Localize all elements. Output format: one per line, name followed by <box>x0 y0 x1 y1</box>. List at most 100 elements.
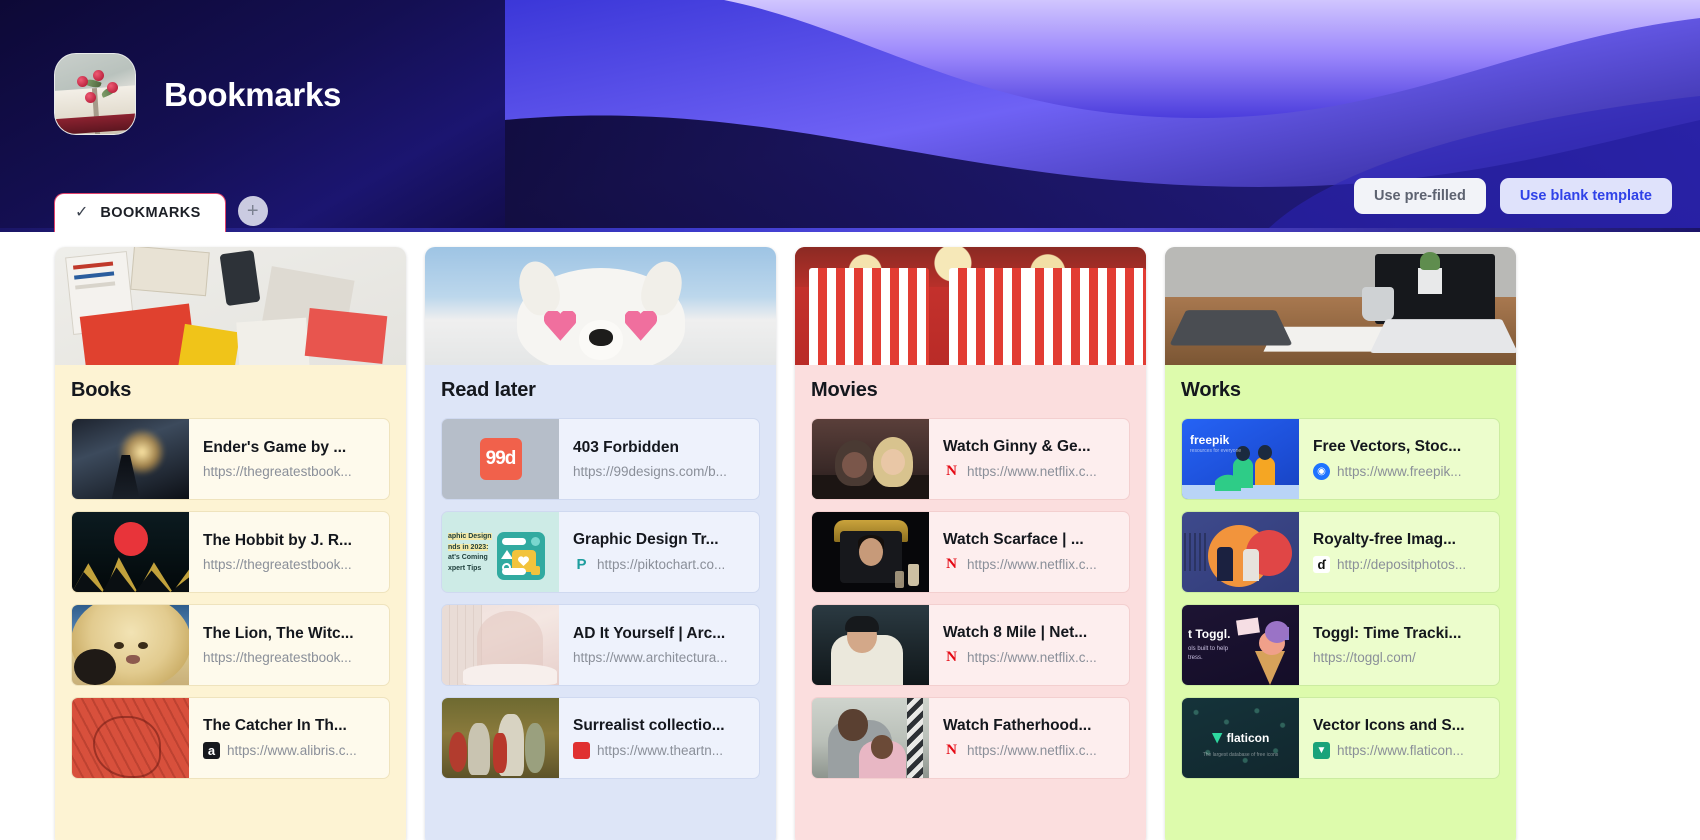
list-item[interactable]: The Hobbit by J. R... https://thegreates… <box>71 511 390 593</box>
add-tab-button[interactable]: + <box>237 196 268 226</box>
bookmark-url: https://www.flaticon... <box>1337 743 1464 758</box>
bookmark-title: The Lion, The Witc... <box>203 625 354 642</box>
column-title: Books <box>71 379 132 401</box>
list-item[interactable]: t Toggl. ols built to help tress. Toggl: … <box>1181 604 1500 686</box>
list-item[interactable]: Ender's Game by ... https://thegreatestb… <box>71 418 390 500</box>
board-column-works[interactable]: Works freepik resources for everyone Fre… <box>1165 247 1516 840</box>
list-item[interactable]: AD It Yourself | Arc... https://www.arch… <box>441 604 760 686</box>
avatar <box>54 53 136 135</box>
bookmark-thumbnail <box>812 419 929 499</box>
list-item[interactable]: Surrealist collectio... https://www.thea… <box>441 697 760 779</box>
books-column-body: Books Ender's Game by ... https://thegre… <box>55 365 406 840</box>
netflix-icon: N <box>946 463 957 479</box>
bookmark-thumbnail <box>812 512 929 592</box>
piktochart-icon: P <box>576 556 587 573</box>
bookmark-board: Books Ender's Game by ... https://thegre… <box>0 232 1700 840</box>
list-item[interactable]: flaticon The largest database of free ic… <box>1181 697 1500 779</box>
list-item[interactable]: The Catcher In Th... a https://www.alibr… <box>71 697 390 779</box>
popcorn-photo <box>795 247 1146 365</box>
bookmark-url: https://www.freepik... <box>1337 464 1462 479</box>
list-item[interactable]: freepik resources for everyone Free Vect… <box>1181 418 1500 500</box>
bookmark-title: Surrealist collectio... <box>573 717 725 734</box>
bookmark-thumbnail <box>72 512 189 592</box>
column-title: Works <box>1181 379 1241 401</box>
tab-bookmarks[interactable]: ✓ BOOKMARKS <box>54 193 226 232</box>
plus-icon: + <box>246 200 259 222</box>
use-prefilled-button[interactable]: Use pre-filled <box>1353 178 1486 214</box>
bookmark-title: Toggl: Time Tracki... <box>1313 625 1462 642</box>
bookmark-thumbnail <box>812 605 929 685</box>
bookmark-title: Watch Scarface | ... <box>943 531 1084 548</box>
bookmark-thumbnail: flaticon The largest database of free ic… <box>1182 698 1299 778</box>
column-title: Read later <box>441 379 536 401</box>
bookmark-title: The Catcher In Th... <box>203 717 347 734</box>
read-later-column-body: Read later 99d 403 Forbidden https://99d… <box>425 365 776 840</box>
bookmark-thumbnail <box>812 698 929 778</box>
amazon-icon: a <box>203 742 220 759</box>
bookmark-title: Free Vectors, Stoc... <box>1313 438 1462 455</box>
bookmark-title: Watch 8 Mile | Net... <box>943 624 1088 641</box>
bookmark-url: https://thegreatestbook... <box>203 650 352 665</box>
bookmark-title: Graphic Design Tr... <box>573 531 719 548</box>
bookmark-thumbnail <box>72 605 189 685</box>
bookmark-url: https://www.netflix.c... <box>967 464 1097 479</box>
flaticon-icon: ▼ <box>1313 742 1330 759</box>
list-item[interactable]: Watch Fatherhood... N https://www.netfli… <box>811 697 1130 779</box>
freepik-logo: freepik <box>1190 433 1230 447</box>
books-on-desk-photo <box>55 247 406 365</box>
bookmark-thumbnail <box>442 605 559 685</box>
bookmark-url: https://www.architectura... <box>573 650 728 665</box>
board-column-read-later[interactable]: Read later 99d 403 Forbidden https://99d… <box>425 247 776 840</box>
bookmark-thumbnail <box>72 419 189 499</box>
dog-with-sunglasses-photo <box>425 247 776 365</box>
column-title: Movies <box>811 379 878 401</box>
bookmark-thumbnail <box>442 698 559 778</box>
movies-column-body: Movies Watch Ginny & Ge... N https://www… <box>795 365 1146 840</box>
list-item[interactable]: Watch Ginny & Ge... N https://www.netfli… <box>811 418 1130 500</box>
use-blank-template-button[interactable]: Use blank template <box>1499 178 1672 214</box>
tab-strip: ✓ BOOKMARKS + <box>54 193 268 232</box>
header-actions: Use pre-filled Use blank template <box>1353 178 1672 214</box>
bookmark-thumbnail <box>1182 512 1299 592</box>
bookmark-thumbnail: freepik resources for everyone <box>1182 419 1299 499</box>
list-item[interactable]: Watch 8 Mile | Net... N https://www.netf… <box>811 604 1130 686</box>
netflix-icon: N <box>946 556 957 572</box>
page-header: Bookmarks ✓ BOOKMARKS + Use pre-filled U… <box>0 0 1700 232</box>
check-icon: ✓ <box>75 204 89 221</box>
netflix-icon: N <box>946 649 957 665</box>
page-title: Bookmarks <box>164 76 342 113</box>
bookmark-url: https://piktochart.co... <box>597 557 726 572</box>
board-column-movies[interactable]: Movies Watch Ginny & Ge... N https://www… <box>795 247 1146 840</box>
bookmark-url: https://www.theartn... <box>597 743 724 758</box>
bookmark-url: https://www.alibris.c... <box>227 743 357 758</box>
book-with-flowers-avatar <box>55 54 135 134</box>
bookmark-title: Vector Icons and S... <box>1313 717 1465 734</box>
bookmark-title: Watch Ginny & Ge... <box>943 438 1091 455</box>
bookmark-url: https://thegreatestbook... <box>203 464 352 479</box>
list-item[interactable]: 99d 403 Forbidden https://99designs.com/… <box>441 418 760 500</box>
board-column-books[interactable]: Books Ender's Game by ... https://thegre… <box>55 247 406 840</box>
bookmark-title: Ender's Game by ... <box>203 439 347 456</box>
bookmark-url: https://www.netflix.c... <box>967 743 1097 758</box>
bookmark-url: https://www.netflix.c... <box>967 557 1097 572</box>
flaticon-logo: flaticon <box>1211 731 1269 745</box>
list-item[interactable]: Watch Scarface | ... N https://www.netfl… <box>811 511 1130 593</box>
list-item[interactable]: The Lion, The Witc... https://thegreates… <box>71 604 390 686</box>
desk-with-laptop-photo <box>1165 247 1516 365</box>
bookmark-thumbnail: t Toggl. ols built to help tress. <box>1182 605 1299 685</box>
bookmark-url: https://99designs.com/b... <box>573 464 727 479</box>
list-item[interactable]: Royalty-free Imag... ɗ http://depositpho… <box>1181 511 1500 593</box>
bookmark-title: 403 Forbidden <box>573 439 679 456</box>
freepik-icon: ◉ <box>1313 463 1330 480</box>
bookmark-title: Royalty-free Imag... <box>1313 531 1456 548</box>
bookmark-thumbnail: aphic Design nds in 2023: at's Coming xpert… <box>442 512 559 592</box>
bookmark-thumbnail <box>72 698 189 778</box>
bookmark-url: https://www.netflix.c... <box>967 650 1097 665</box>
red-square-icon <box>573 742 590 759</box>
bookmark-title: The Hobbit by J. R... <box>203 532 352 549</box>
bookmark-title: Watch Fatherhood... <box>943 717 1092 734</box>
depositphotos-icon: ɗ <box>1313 556 1330 573</box>
list-item[interactable]: aphic Design nds in 2023: at's Coming xpert… <box>441 511 760 593</box>
bookmark-title: AD It Yourself | Arc... <box>573 625 726 642</box>
bookmark-url: http://depositphotos... <box>1337 557 1467 572</box>
